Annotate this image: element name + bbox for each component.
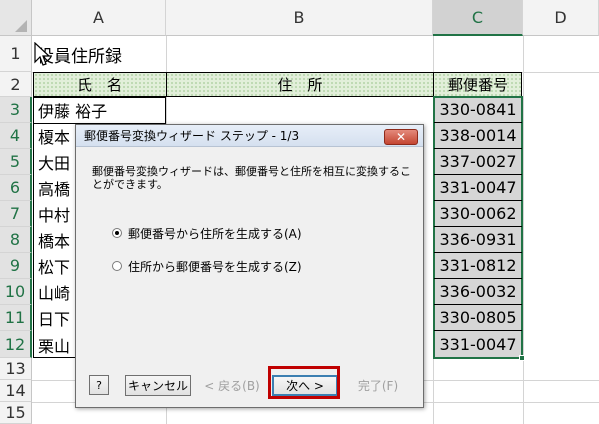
row-header-10[interactable]: 10 (0, 279, 32, 305)
header-postcode-cell[interactable]: 郵便番号 (434, 72, 522, 97)
row-header-5[interactable]: 5 (0, 149, 32, 175)
column-header-b[interactable]: B (166, 0, 433, 36)
postcode-cell[interactable]: 331-0812 (434, 253, 522, 279)
dialog-title[interactable]: 郵便番号変換ウィザード ステップ - 1/3 (76, 125, 423, 147)
cancel-button[interactable]: キャンセル (125, 375, 191, 396)
name-cell[interactable]: 榎本 (34, 123, 74, 149)
close-button[interactable]: ✕ (384, 129, 418, 145)
postcode-cell[interactable]: 336-0931 (434, 227, 522, 253)
header-address-cell[interactable]: 住 所 (167, 72, 433, 97)
name-cell[interactable]: 中村 (34, 201, 74, 227)
finish-button[interactable]: 完了(F) (344, 375, 412, 396)
postcode-cell[interactable]: 336-0032 (434, 279, 522, 305)
name-cell[interactable]: 栗山 (34, 331, 74, 358)
row-header-6[interactable]: 6 (0, 175, 32, 201)
name-cell[interactable]: 橋本 (34, 227, 74, 253)
row-header-14[interactable]: 14 (0, 380, 32, 402)
sheet-title-cell[interactable]: 役員住所録 (33, 36, 233, 72)
row-header-9[interactable]: 9 (0, 253, 32, 279)
column-header-d[interactable]: D (523, 0, 599, 36)
help-button[interactable]: ? (89, 375, 109, 395)
row-header-4[interactable]: 4 (0, 123, 32, 149)
option-address-to-postcode-label[interactable]: 住所から郵便番号を生成する(Z) (128, 258, 302, 275)
row-header-7[interactable]: 7 (0, 201, 32, 227)
column-header-a[interactable]: A (32, 0, 166, 36)
select-all-triangle-icon (15, 20, 27, 32)
option-postcode-to-address-radio[interactable] (112, 228, 122, 238)
dialog-message: 郵便番号変換ウィザードは、郵便番号と住所を相互に変換することができます。 (92, 165, 411, 191)
name-cell[interactable]: 伊藤 裕子 (34, 97, 166, 123)
row-header-1[interactable]: 1 (0, 36, 32, 72)
name-cell[interactable]: 松下 (34, 253, 74, 279)
help-icon: ? (96, 378, 102, 392)
name-cell[interactable]: 大田 (34, 149, 74, 175)
mouse-pointer-icon (34, 42, 50, 66)
header-name-cell[interactable]: 氏 名 (33, 72, 166, 97)
next-button-highlight (268, 366, 340, 399)
postcode-cell[interactable]: 331-0047 (434, 175, 522, 201)
postcode-cell[interactable]: 331-0047 (434, 331, 522, 358)
gridline (523, 36, 524, 424)
postcode-cell[interactable]: 330-0841 (434, 97, 522, 123)
name-cell[interactable]: 高橋 (34, 175, 74, 201)
name-cell[interactable]: 日下 (34, 305, 74, 331)
postcode-cell[interactable]: 330-0062 (434, 201, 522, 227)
column-header-c[interactable]: C (433, 0, 523, 36)
postcode-cell[interactable]: 338-0014 (434, 123, 522, 149)
close-icon: ✕ (395, 130, 407, 144)
option-postcode-to-address-label[interactable]: 郵便番号から住所を生成する(A) (128, 225, 302, 242)
row-header-13[interactable]: 13 (0, 358, 32, 380)
row-header-15[interactable]: 15 (0, 402, 32, 424)
back-button[interactable]: < 戻る(B) (198, 375, 266, 396)
row-header-2[interactable]: 2 (0, 72, 32, 97)
name-cell[interactable]: 山崎 (34, 279, 74, 305)
row-header-3[interactable]: 3 (0, 97, 32, 123)
postcode-cell[interactable]: 337-0027 (434, 149, 522, 175)
row-header-12[interactable]: 12 (0, 331, 32, 358)
row-header-11[interactable]: 11 (0, 305, 32, 331)
option-address-to-postcode-radio[interactable] (112, 261, 122, 271)
postcode-cell[interactable]: 330-0805 (434, 305, 522, 331)
row-header-8[interactable]: 8 (0, 227, 32, 253)
postcode-wizard-dialog: 郵便番号変換ウィザード ステップ - 1/3 ✕ 郵便番号変換ウィザードは、郵便… (75, 124, 424, 408)
